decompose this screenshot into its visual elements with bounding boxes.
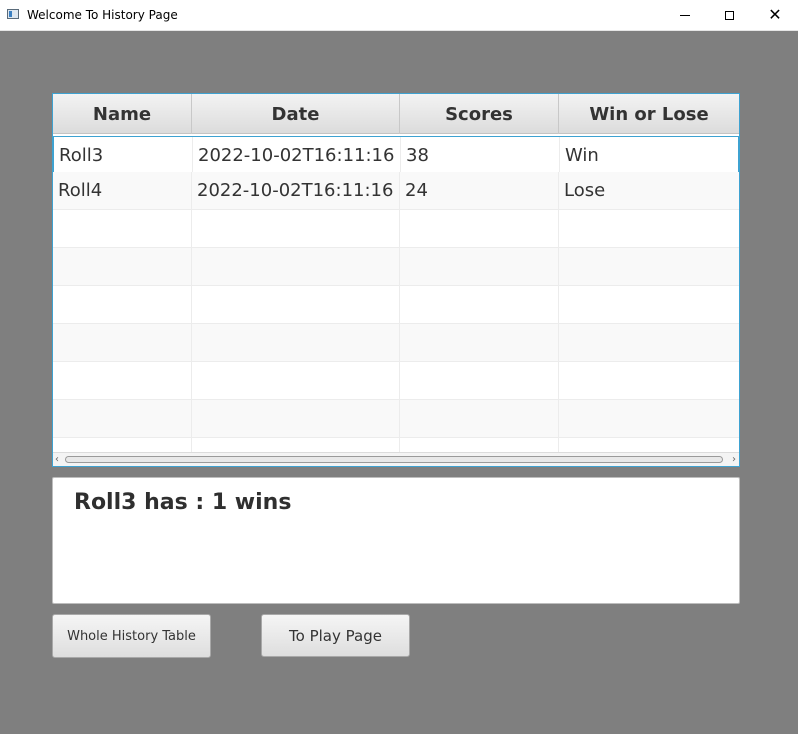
empty-cell xyxy=(559,362,739,399)
history-table[interactable]: Name Date Scores Win or Lose Roll3 2022-… xyxy=(52,93,740,467)
empty-cell xyxy=(400,248,559,285)
minimize-icon xyxy=(680,14,690,16)
maximize-icon xyxy=(724,10,734,20)
empty-cell xyxy=(559,286,739,323)
empty-cell xyxy=(53,248,192,285)
to-play-page-button[interactable]: To Play Page xyxy=(261,614,410,657)
empty-cell xyxy=(400,324,559,361)
empty-row xyxy=(53,400,739,438)
cell-name: Roll4 xyxy=(53,172,192,209)
empty-cell xyxy=(53,362,192,399)
empty-cell xyxy=(400,400,559,437)
empty-cell xyxy=(559,248,739,285)
empty-row xyxy=(53,210,739,248)
maximize-button[interactable] xyxy=(706,0,752,30)
empty-cell xyxy=(192,400,400,437)
scroll-right-icon[interactable]: › xyxy=(732,454,736,466)
empty-cell xyxy=(192,286,400,323)
empty-cell xyxy=(192,324,400,361)
table-header: Name Date Scores Win or Lose xyxy=(53,94,739,134)
empty-row xyxy=(53,248,739,286)
scrollbar-thumb[interactable] xyxy=(65,456,723,463)
cell-date: 2022-10-02T16:11:16 xyxy=(193,137,401,173)
column-header-date[interactable]: Date xyxy=(192,94,400,134)
empty-cell xyxy=(400,210,559,247)
horizontal-scrollbar[interactable]: ‹ › xyxy=(53,452,739,466)
cell-win-or-lose: Lose xyxy=(564,180,606,201)
column-header-scores[interactable]: Scores xyxy=(400,94,559,134)
table-row[interactable]: Roll4 2022-10-02T16:11:16 24 Lose xyxy=(53,172,739,210)
cell-scores: 24 xyxy=(400,172,559,209)
cell-win-or-lose: Win xyxy=(565,144,599,166)
window-title: Welcome To History Page xyxy=(27,8,178,22)
empty-row xyxy=(53,362,739,400)
column-header-win-or-lose[interactable]: Win or Lose xyxy=(559,94,739,134)
empty-cell xyxy=(559,210,739,247)
cell-date: 2022-10-02T16:11:16 xyxy=(192,172,400,209)
cell-name: Roll3 xyxy=(54,137,193,173)
empty-cell xyxy=(53,286,192,323)
minimize-button[interactable] xyxy=(662,0,708,30)
empty-cell xyxy=(559,400,739,437)
app-window-icon xyxy=(7,9,19,19)
empty-cell xyxy=(53,324,192,361)
empty-cell xyxy=(559,324,739,361)
table-row[interactable]: Roll3 2022-10-02T16:11:16 38 Win xyxy=(53,136,739,174)
empty-cell xyxy=(400,362,559,399)
scroll-left-icon[interactable]: ‹ xyxy=(55,454,59,466)
cell-scores: 38 xyxy=(401,137,560,173)
close-button[interactable]: ✕ xyxy=(752,0,798,30)
empty-cell xyxy=(192,210,400,247)
empty-row xyxy=(53,324,739,362)
empty-cell xyxy=(53,400,192,437)
wins-summary-text: Roll3 has : 1 wins xyxy=(74,490,292,515)
column-header-name[interactable]: Name xyxy=(53,94,192,134)
title-bar: Welcome To History Page ✕ xyxy=(0,0,798,31)
empty-row xyxy=(53,286,739,324)
wins-summary-panel: Roll3 has : 1 wins xyxy=(52,477,740,604)
empty-cell xyxy=(192,362,400,399)
empty-cell xyxy=(192,248,400,285)
empty-cell xyxy=(400,286,559,323)
close-icon: ✕ xyxy=(768,5,782,24)
whole-history-table-button[interactable]: Whole History Table xyxy=(52,614,211,658)
empty-cell xyxy=(53,210,192,247)
